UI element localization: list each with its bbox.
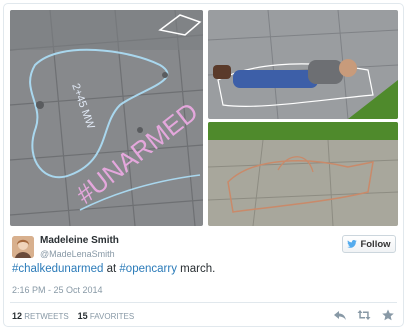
media-photo-chalk-outline[interactable]	[208, 122, 398, 226]
user-name[interactable]: Madeleine Smith	[40, 235, 119, 246]
user-handle[interactable]: @MadeLenaSmith	[40, 249, 115, 259]
favorites-count: 15	[77, 311, 88, 321]
retweet-icon[interactable]	[357, 309, 371, 321]
tweet-actions	[333, 309, 395, 321]
favorite-star-icon[interactable]	[381, 309, 395, 321]
media-photo-person-lying[interactable]	[208, 10, 398, 119]
favorites-label: FAVORITES	[89, 312, 135, 321]
follow-button-label: Follow	[360, 238, 391, 250]
photo-chalk-outline-image	[208, 122, 398, 226]
photo-chalk-writing-image: 2+45 MW #UNARMED	[10, 10, 203, 226]
divider	[10, 302, 397, 303]
favorites-stat[interactable]: 15 FAVORITES	[77, 311, 135, 321]
retweets-stat[interactable]: 12 RETWEETS	[12, 311, 69, 321]
hashtag-opencarry-link[interactable]: #opencarry	[119, 263, 177, 275]
retweets-label: RETWEETS	[24, 312, 69, 321]
retweets-count: 12	[12, 311, 23, 321]
tweet-timestamp[interactable]: 2:16 PM - 25 Oct 2014	[12, 285, 103, 295]
tweet-text: #chalkedunarmed at #opencarry march.	[12, 263, 215, 275]
tweet-text-middle: at	[103, 263, 120, 275]
avatar[interactable]	[12, 236, 34, 258]
tweet-text-end: march.	[176, 263, 216, 275]
tweet-card: 2+45 MW #UNARMED Madeleine Smith @MadeLe…	[3, 3, 404, 327]
tweet-stats: 12 RETWEETS 15 FAVORITES	[12, 311, 134, 321]
hashtag-chalkedunarmed-link[interactable]: #chalkedunarmed	[12, 263, 103, 275]
avatar-image	[12, 236, 34, 258]
reply-icon[interactable]	[333, 309, 347, 321]
twitter-bird-icon	[347, 240, 358, 248]
photo-person-lying-image	[208, 10, 398, 119]
follow-button[interactable]: Follow	[342, 235, 396, 253]
media-photo-chalk-writing[interactable]: 2+45 MW #UNARMED	[10, 10, 203, 226]
